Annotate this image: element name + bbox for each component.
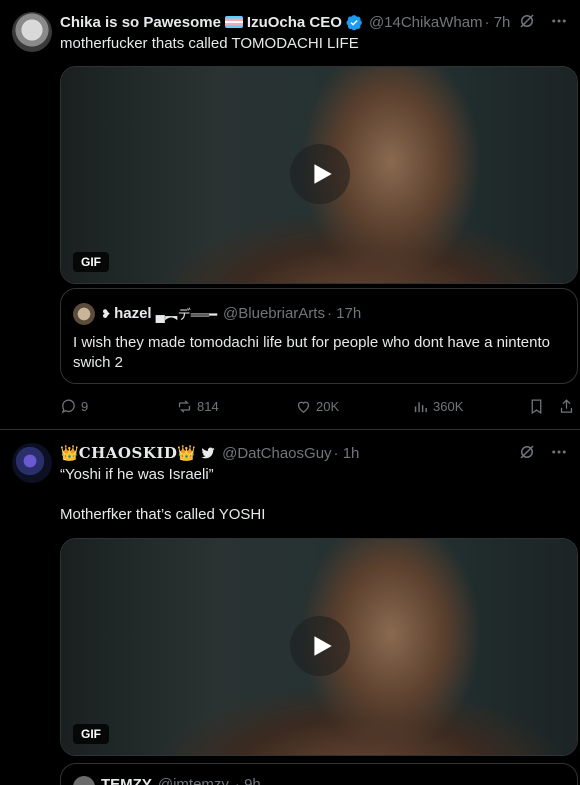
quoted-avatar [73,303,95,325]
tweet-action-bar: 9 814 20K 360K [60,398,578,418]
quoted-tweet-header: ❥ hazel ▄︻デ══━ @BluebriarArts · 17h [101,304,361,323]
tweet-header: Chika is so Pawesome IzuOcha CEO @14Chik… [60,12,510,32]
bookmark-button[interactable] [528,398,545,415]
quoted-author-handle: @imtemzy [157,776,229,785]
author-name[interactable]: CHAOSKID [79,444,178,462]
tweet[interactable]: Chika is so Pawesome IzuOcha CEO @14Chik… [0,0,580,430]
play-icon [314,636,332,656]
heart-icon [297,401,310,413]
author-handle[interactable]: @DatChaosGuy [222,445,331,462]
tweet-top-actions [518,443,568,466]
tweet[interactable]: 👑 CHAOSKID 👑 @DatChaosGuy · 1h “Yoshi if… [0,431,580,785]
tweet-media-gif[interactable]: GIF [60,538,578,756]
author-name-suffix[interactable]: IzuOcha CEO [247,14,342,31]
quoted-timestamp: · 9h [234,776,261,785]
quoted-tweet-text: I wish they made tomodachi life but for … [73,334,550,371]
quoted-tweet[interactable]: ❥ hazel ▄︻デ══━ @BluebriarArts · 17h I wi… [60,288,578,384]
reply-icon [61,399,75,414]
retweet-button[interactable]: 814 [176,398,219,415]
avatar[interactable] [12,443,52,483]
timestamp[interactable]: · 1h [334,445,360,462]
timestamp[interactable]: · 7h [485,14,511,31]
play-button[interactable] [290,144,350,204]
tweet-text: “Yoshi if he was Israeli” Motherfker tha… [60,466,266,523]
quoted-author-name: TEMZY [101,776,152,785]
retweet-icon [178,400,191,413]
tweet-text: motherfucker thats called TOMODACHI LIFE [60,35,359,52]
quoted-author-handle: @BluebriarArts [223,305,325,322]
more-options-icon[interactable] [550,12,568,35]
quoted-tweet[interactable]: TEMZY @imtemzy · 9h [60,763,578,785]
play-icon [314,164,332,184]
views-button[interactable]: 360K [412,398,463,415]
quoted-author-name: hazel [114,305,152,322]
share-icon [560,399,573,413]
like-count: 20K [316,399,340,414]
like-button[interactable]: 20K [295,398,339,415]
gif-badge: GIF [73,724,109,744]
retweet-count: 814 [197,399,219,414]
quoted-timestamp: · 17h [326,305,362,322]
grok-icon[interactable] [518,443,536,466]
more-options-icon[interactable] [550,443,568,466]
reply-count: 9 [81,399,89,414]
views-count: 360K [433,399,464,414]
views-icon [414,402,427,413]
quoted-avatar [73,776,95,785]
crown-emoji: 👑 [60,445,79,462]
quoted-tweet-header: TEMZY @imtemzy · 9h [101,776,261,785]
crown-emoji: 👑 [177,445,197,462]
heart-suit-icon: ❥ [101,306,112,321]
bookmark-icon [531,399,542,415]
share-button[interactable] [558,398,575,415]
verified-badge-icon [346,14,363,31]
tweet-media-gif[interactable]: GIF [60,66,578,284]
bird-icon [200,445,216,461]
quoted-author-suffix: ▄︻デ══━ [155,307,218,322]
trans-flag-icon [224,16,243,28]
grok-icon[interactable] [518,12,536,35]
author-name[interactable]: Chika is so Pawesome [60,14,221,31]
tweet-top-actions [518,12,568,35]
gif-badge: GIF [73,252,109,272]
play-button[interactable] [290,616,350,676]
tweet-header: 👑 CHAOSKID 👑 @DatChaosGuy · 1h [60,443,359,463]
reply-button[interactable]: 9 [60,398,88,415]
avatar[interactable] [12,12,52,52]
author-handle[interactable]: @14ChikaWham [369,14,483,31]
